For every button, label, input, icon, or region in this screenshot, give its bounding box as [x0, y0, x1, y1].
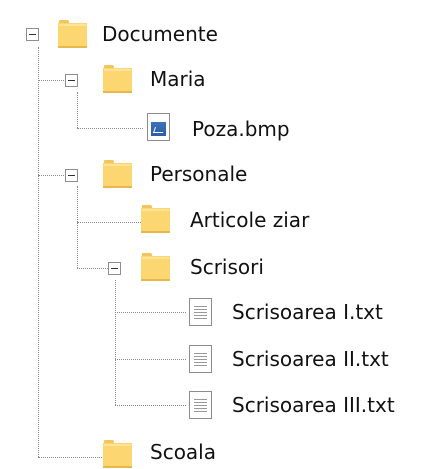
- folder-icon: [103, 160, 132, 188]
- folder-icon: [103, 65, 132, 93]
- bitmap-file-icon: [147, 113, 170, 141]
- tree-connector: [38, 175, 64, 176]
- folder-icon: [141, 253, 170, 281]
- tree-connector: [77, 222, 141, 223]
- tree-connector-root: [38, 47, 39, 457]
- tree-connector: [115, 359, 186, 360]
- folder-icon: [141, 205, 170, 233]
- tree-connector: [77, 128, 143, 129]
- tree-item-scrisoarea-ii[interactable]: Scrisoarea II.txt: [232, 347, 389, 371]
- text-file-icon: [189, 298, 212, 326]
- tree-item-personale[interactable]: Personale: [150, 162, 247, 186]
- folder-icon: [58, 20, 87, 48]
- collapse-toggle-scrisori[interactable]: [108, 262, 121, 275]
- tree-item-scrisoarea-iii[interactable]: Scrisoarea III.txt: [232, 393, 395, 417]
- collapse-toggle-personale[interactable]: [65, 169, 78, 182]
- collapse-toggle-maria[interactable]: [65, 74, 78, 87]
- text-file-icon: [189, 391, 212, 419]
- folder-icon: [103, 440, 132, 468]
- text-file-icon: [189, 345, 212, 373]
- tree-item-scrisori[interactable]: Scrisori: [190, 255, 264, 279]
- tree-connector-scrisori: [115, 280, 116, 405]
- tree-connector: [77, 268, 108, 269]
- tree-item-maria[interactable]: Maria: [150, 67, 206, 91]
- folder-tree-view: Documente Maria Poza.bmp Personale Artic…: [0, 0, 437, 469]
- tree-item-scoala[interactable]: Scoala: [150, 440, 216, 464]
- tree-connector-maria: [77, 92, 78, 128]
- tree-item-documente[interactable]: Documente: [102, 22, 218, 46]
- collapse-toggle-documente[interactable]: [26, 28, 39, 41]
- tree-connector: [38, 80, 64, 81]
- tree-connector: [115, 312, 186, 313]
- tree-item-scrisoarea-i[interactable]: Scrisoarea I.txt: [232, 300, 383, 324]
- tree-item-poza-bmp[interactable]: Poza.bmp: [192, 117, 290, 141]
- tree-connector: [115, 405, 186, 406]
- tree-connector-personale: [77, 186, 78, 268]
- tree-item-articole-ziar[interactable]: Articole ziar: [190, 208, 309, 232]
- tree-connector: [38, 457, 102, 458]
